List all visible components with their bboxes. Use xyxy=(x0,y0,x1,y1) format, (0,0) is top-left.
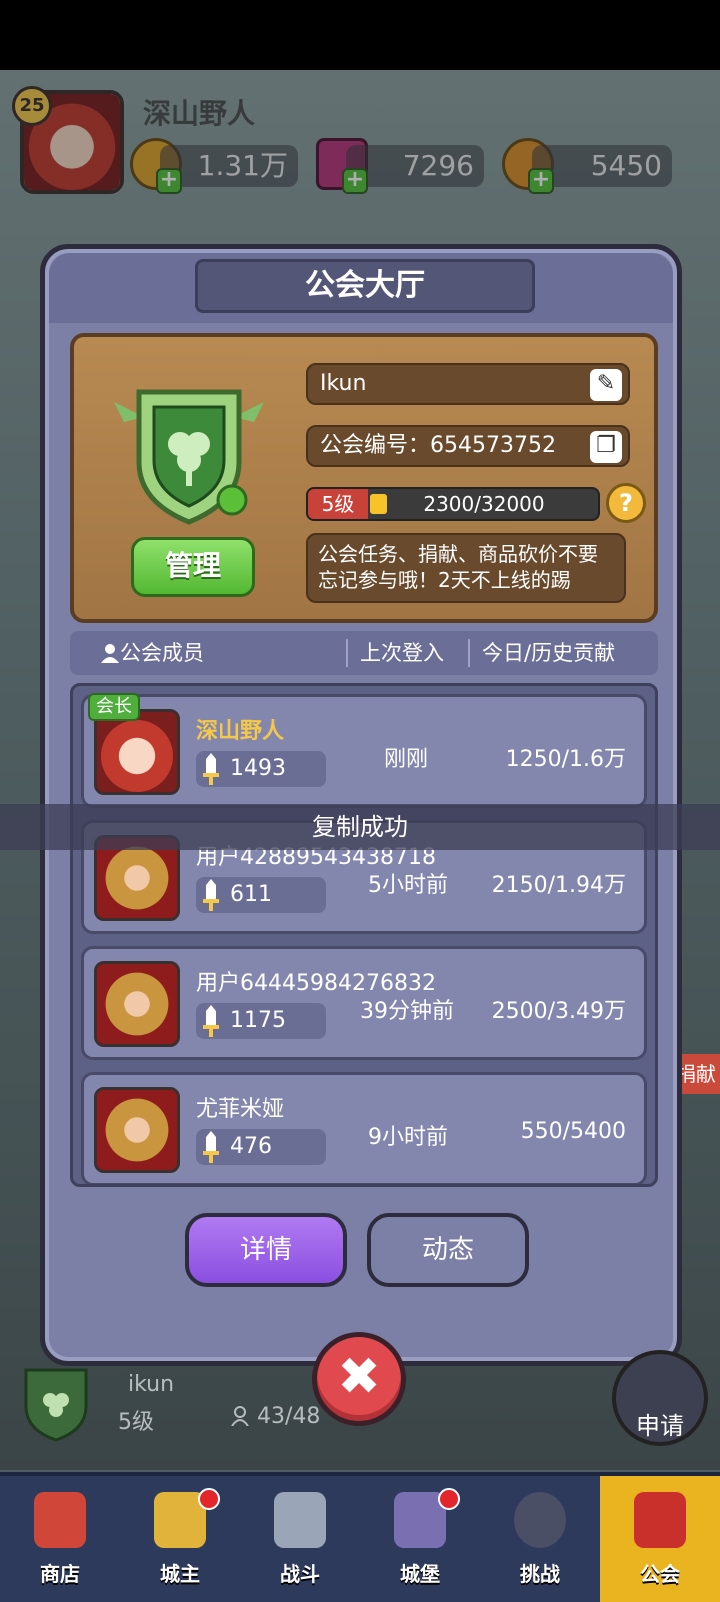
member-power: 1175 xyxy=(196,1003,326,1039)
banner-icon xyxy=(634,1492,686,1548)
notification-dot xyxy=(438,1488,460,1510)
member-avatar xyxy=(94,961,180,1047)
member-last-login: 5小时前 xyxy=(368,873,448,898)
demon-icon xyxy=(514,1492,566,1548)
nav-label: 城主 xyxy=(160,1562,200,1586)
guild-notice: 公会任务、捐献、商品砍价不要忘记参与哦！2天不上线的踢 xyxy=(306,533,626,603)
nav-label: 挑战 xyxy=(520,1562,560,1586)
nav-label: 战斗 xyxy=(280,1562,320,1586)
member-power-value: 1493 xyxy=(230,756,286,781)
member-power-value: 476 xyxy=(230,1134,272,1159)
guild-emblem-icon xyxy=(114,389,264,525)
nav-label: 商店 xyxy=(40,1562,80,1586)
member-power: 611 xyxy=(196,877,326,913)
status-bar xyxy=(0,0,720,70)
member-row[interactable]: 用户64445984276832 1175 39分钟前 2500/3.49万 xyxy=(81,946,647,1060)
strip-guild-name: ikun xyxy=(128,1372,175,1397)
member-contribution: 550/5400 xyxy=(520,1119,626,1144)
nav-castle[interactable]: 城堡 xyxy=(360,1476,480,1602)
exp-text: 2300/32000 xyxy=(423,492,545,516)
member-name: 尤菲米娅 xyxy=(196,1097,285,1122)
sword-icon xyxy=(203,753,219,785)
nav-label: 公会 xyxy=(640,1562,680,1586)
divider xyxy=(468,639,470,667)
person-icon xyxy=(101,644,119,663)
guild-emblem-small-icon xyxy=(24,1368,88,1442)
guild-level: 5级 xyxy=(308,489,368,519)
person-icon xyxy=(231,1406,249,1427)
edit-icon[interactable]: ✎ xyxy=(590,369,622,401)
manage-button[interactable]: 管理 xyxy=(131,537,255,597)
nav-guild[interactable]: 公会 xyxy=(600,1476,720,1602)
notification-dot xyxy=(198,1488,220,1510)
member-power: 476 xyxy=(196,1129,326,1165)
apply-button[interactable]: 申请 xyxy=(612,1350,708,1446)
guild-id: 公会编号：654573752 xyxy=(320,433,556,458)
sword-icon xyxy=(203,1005,219,1037)
guild-info-card: 管理 Ikun ✎ 公会编号：654573752 ❐ 5级 2300/32000… xyxy=(70,333,658,623)
copy-icon[interactable]: ❐ xyxy=(590,431,622,463)
member-name: 深山野人 xyxy=(196,719,285,744)
nav-battle[interactable]: 战斗 xyxy=(240,1476,360,1602)
donate-side-tab[interactable]: 捐献 xyxy=(676,1054,720,1094)
member-list[interactable]: 会长 深山野人 1493 刚刚 1250/1.6万 用户428895434387… xyxy=(70,683,658,1187)
members-column: 公会成员（43/48） xyxy=(100,631,223,709)
member-last-login: 9小时前 xyxy=(368,1125,448,1150)
details-button[interactable]: 详情 xyxy=(185,1213,347,1287)
member-last-login: 刚刚 xyxy=(384,747,429,772)
member-contribution: 2150/1.94万 xyxy=(491,873,626,898)
strip-guild-level: 5级 xyxy=(118,1410,154,1435)
guild-name: Ikun xyxy=(320,371,367,396)
strip-member-count-value: 43/48 xyxy=(257,1404,321,1429)
member-list-header: 公会成员（43/48） 上次登入 今日/历史贡献 xyxy=(70,631,658,709)
member-contribution: 2500/3.49万 xyxy=(491,999,626,1024)
member-power-value: 611 xyxy=(230,882,272,907)
crossed-swords-icon xyxy=(274,1492,326,1548)
guild-id-field: 公会编号：654573752 ❐ xyxy=(306,425,630,467)
help-icon[interactable]: ? xyxy=(606,483,646,523)
member-avatar xyxy=(94,709,180,795)
divider xyxy=(346,639,348,667)
copy-success-toast: 复制成功 xyxy=(0,804,720,850)
nav-label: 城堡 xyxy=(400,1562,440,1586)
member-row[interactable]: 会长 深山野人 1493 刚刚 1250/1.6万 xyxy=(81,693,647,808)
sword-icon xyxy=(203,1131,219,1163)
strip-member-count: 43/48 xyxy=(230,1404,320,1429)
bottom-nav: 商店 城主 战斗 城堡 挑战 公会 xyxy=(0,1472,720,1602)
contribution-column: 今日/历史贡献 xyxy=(482,641,616,665)
member-row[interactable]: 尤菲米娅 476 9小时前 550/5400 xyxy=(81,1072,647,1184)
nav-challenge[interactable]: 挑战 xyxy=(480,1476,600,1602)
activity-button[interactable]: 动态 xyxy=(367,1213,529,1287)
member-power: 1493 xyxy=(196,751,326,787)
guild-name-field: Ikun ✎ xyxy=(306,363,630,405)
member-contribution: 1250/1.6万 xyxy=(505,747,626,772)
member-avatar xyxy=(94,1087,180,1173)
nav-lord[interactable]: 城主 xyxy=(120,1476,240,1602)
leader-badge: 会长 xyxy=(88,693,140,721)
guild-exp-bar: 5级 2300/32000 xyxy=(306,487,600,521)
member-last-login: 39分钟前 xyxy=(360,999,454,1024)
nav-shop[interactable]: 商店 xyxy=(0,1476,120,1602)
last-login-column: 上次登入 xyxy=(360,641,444,665)
shop-icon xyxy=(34,1492,86,1548)
dialog-title: 公会大厅 xyxy=(195,259,535,313)
member-power-value: 1175 xyxy=(230,1008,286,1033)
sword-icon xyxy=(203,879,219,911)
close-button[interactable]: ✖ xyxy=(312,1332,406,1426)
